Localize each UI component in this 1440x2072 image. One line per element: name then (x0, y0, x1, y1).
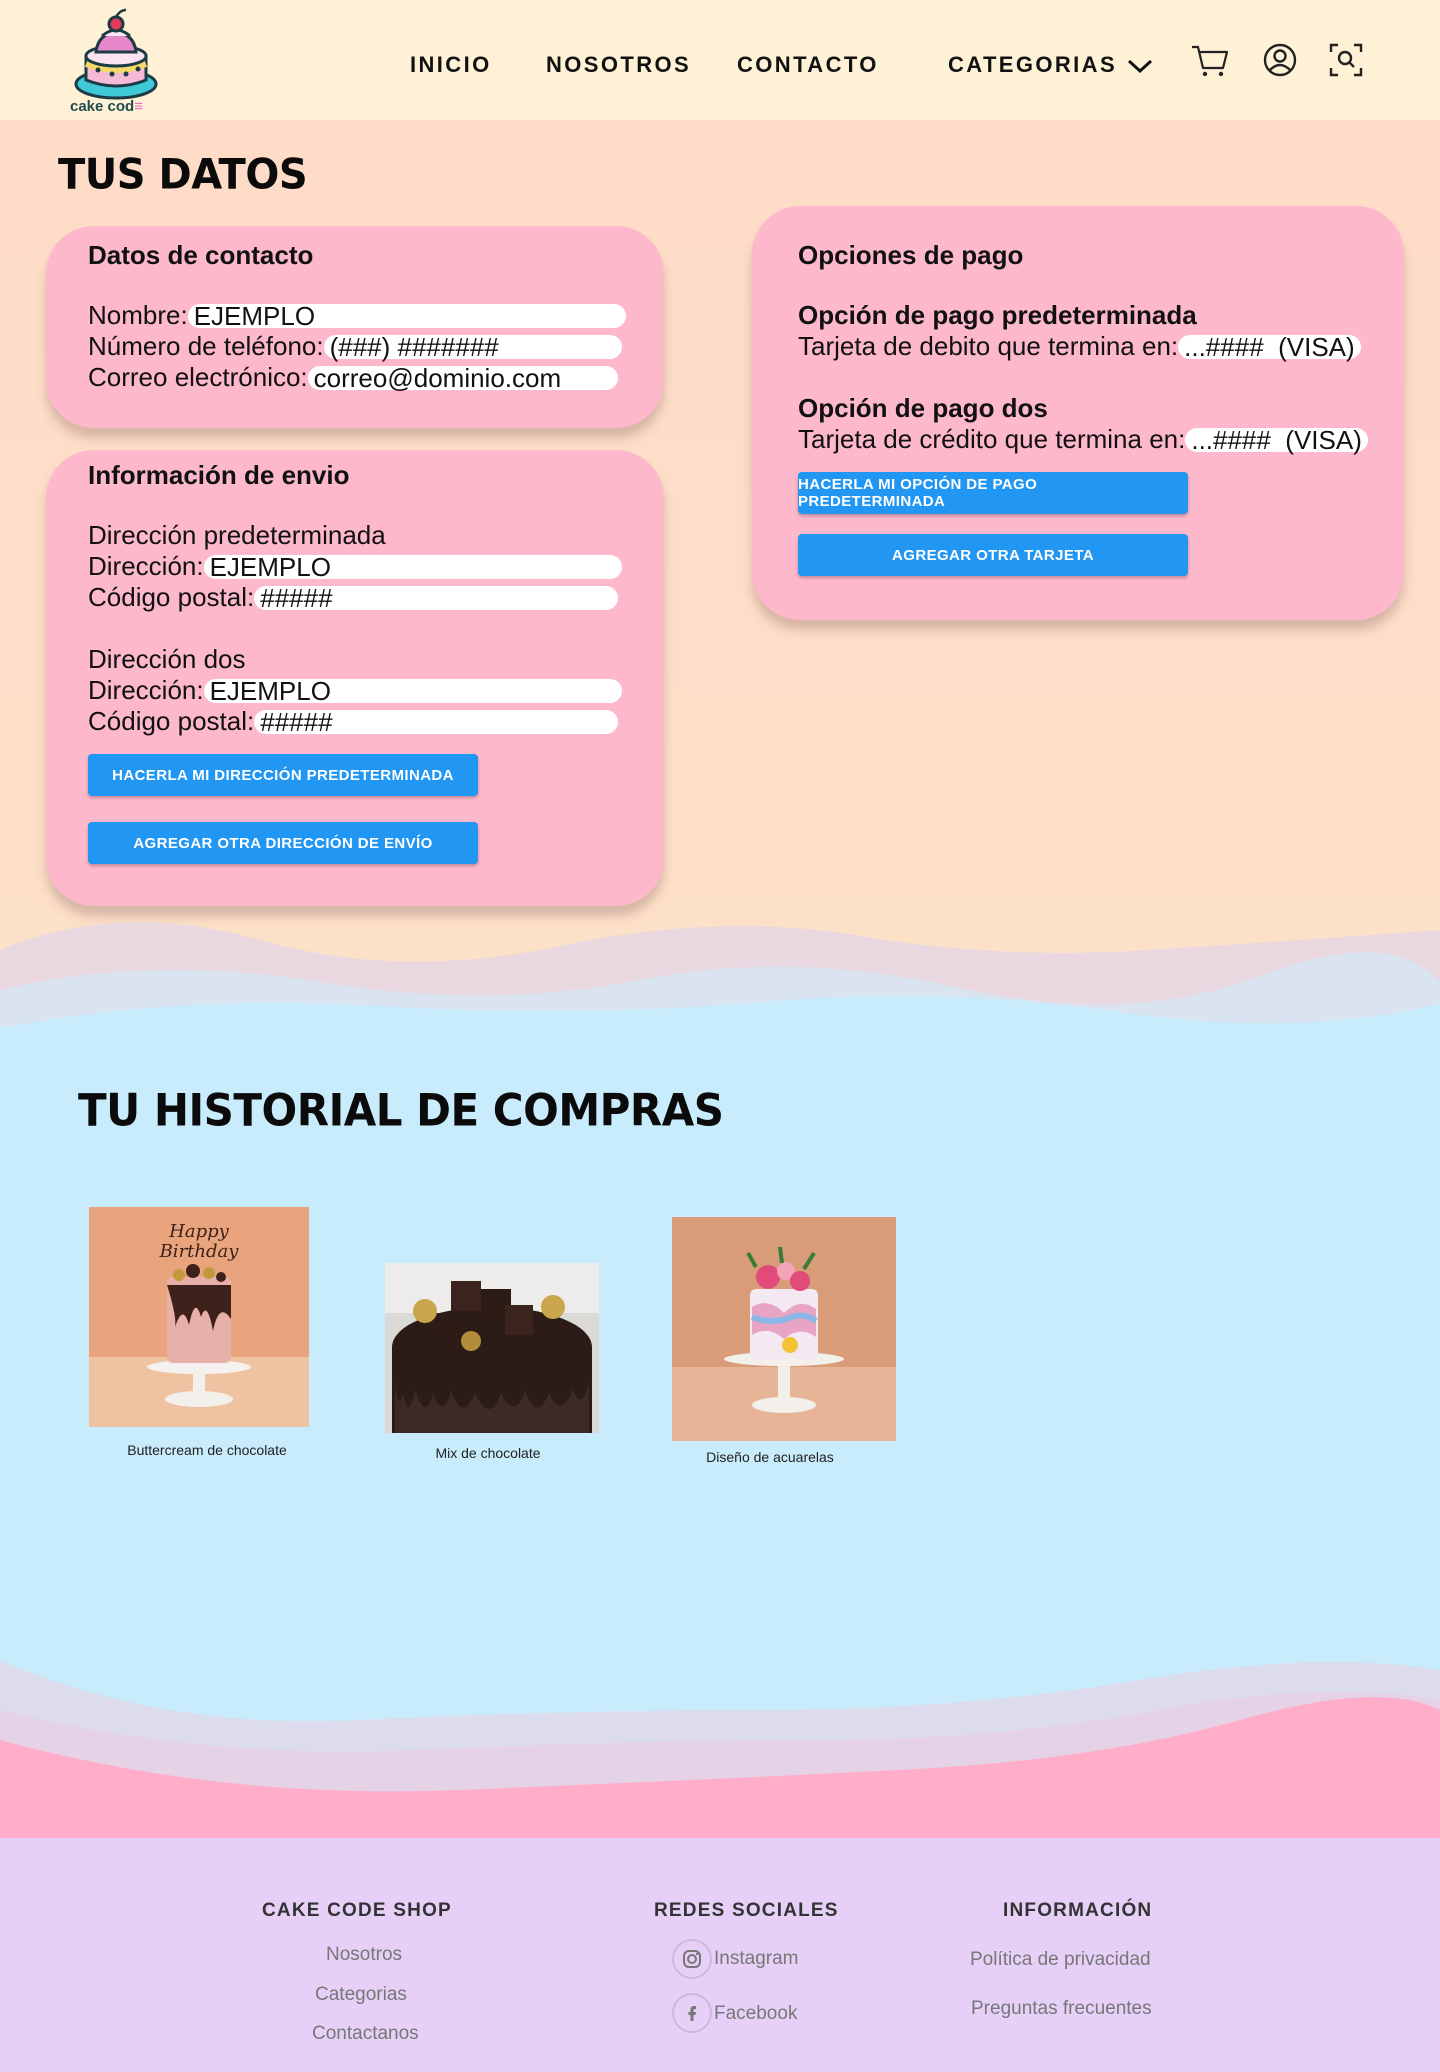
zip1-row: Código postal: ##### (88, 582, 619, 613)
footer-shop-title: CAKE CODE SHOP (262, 1900, 452, 1921)
instagram-icon[interactable] (672, 1939, 712, 1979)
nav-categorias[interactable]: CATEGORIAS (948, 52, 1154, 78)
footer-social-title: REDES SOCIALES (654, 1900, 839, 1921)
email-row: Correo electrónico: correo@dominio.com (88, 362, 618, 393)
zip2-field[interactable]: ##### (254, 709, 619, 735)
make-default-payment-button[interactable]: HACERLA MI OPCIÓN DE PAGO PREDETERMINADA (798, 472, 1188, 514)
shipping-card: Información de envio Dirección predeterm… (46, 450, 664, 906)
phone-label: Número de teléfono: (88, 331, 324, 361)
make-default-address-button[interactable]: HACERLA MI DIRECCIÓN PREDETERMINADA (88, 754, 478, 796)
facebook-icon[interactable] (672, 1993, 712, 2033)
payment2-title: Opción de pago dos (798, 393, 1048, 423)
logo-suffix: ≡ (134, 98, 143, 115)
payment2-row: Tarjeta de crédito que termina en: ...##… (798, 424, 1368, 455)
footer-info-title: INFORMACIÓN (1003, 1900, 1153, 1921)
nav-contacto[interactable]: CONTACTO (737, 52, 879, 78)
zip2-row: Código postal: ##### (88, 706, 619, 737)
address2-label: Dirección: (88, 675, 204, 705)
user-icon[interactable] (1260, 40, 1300, 80)
cart-icon[interactable] (1190, 40, 1230, 80)
footer-link-contactanos[interactable]: Contactanos (312, 2023, 419, 2045)
nav-nosotros[interactable]: NOSOTROS (546, 52, 691, 78)
footer-link-categorias[interactable]: Categorias (315, 1984, 407, 2006)
zip2-label: Código postal: (88, 706, 255, 736)
footer-link-facebook[interactable]: Facebook (714, 2003, 797, 2025)
product-caption-2: Mix de chocolate (435, 1445, 541, 1461)
payment1-label: Tarjeta de debito que termina en: (798, 331, 1179, 361)
product-image-buttercream[interactable]: Happy Birthday (89, 1207, 309, 1427)
footer-link-instagram[interactable]: Instagram (714, 1948, 798, 1970)
zip1-label: Código postal: (88, 582, 255, 612)
product-caption-3: Diseño de acuarelas (706, 1449, 834, 1465)
history-title: TU HISTORIAL DE COMPRAS (78, 1084, 724, 1137)
phone-field[interactable]: (###) ####### (323, 334, 622, 360)
footer-link-privacy[interactable]: Política de privacidad (970, 1949, 1151, 1971)
shipping-card-title: Información de envio (88, 460, 350, 490)
payment1-title: Opción de pago predeterminada (798, 300, 1197, 330)
contact-card: Datos de contacto Nombre: EJEMPLO Número… (46, 226, 664, 428)
add-address-button[interactable]: AGREGAR OTRA DIRECCIÓN DE ENVÍO (88, 822, 478, 864)
name-field[interactable]: EJEMPLO (187, 303, 626, 329)
address1-field[interactable]: EJEMPLO (203, 554, 622, 580)
address1-row: Dirección: EJEMPLO (88, 551, 622, 582)
topper-line-2: Birthday (159, 1241, 240, 1262)
add-card-button[interactable]: AGREGAR OTRA TARJETA (798, 534, 1188, 576)
payment2-field[interactable]: ...#### (VISA) (1185, 427, 1368, 453)
address2-title: Dirección dos (88, 644, 246, 674)
product-caption-1: Buttercream de chocolate (127, 1442, 287, 1458)
product-image-chocolate-mix[interactable] (385, 1263, 599, 1433)
zip1-field[interactable]: ##### (254, 585, 619, 611)
email-label: Correo electrónico: (88, 362, 308, 392)
pink-band (0, 1800, 1440, 1840)
name-row: Nombre: EJEMPLO (88, 300, 626, 331)
search-icon[interactable] (1326, 40, 1366, 80)
footer-link-faq[interactable]: Preguntas frecuentes (971, 1998, 1152, 2020)
address1-title: Dirección predeterminada (88, 520, 386, 550)
address2-row: Dirección: EJEMPLO (88, 675, 622, 706)
payment2-label: Tarjeta de crédito que termina en: (798, 424, 1186, 454)
nav-categorias-label: CATEGORIAS (948, 52, 1118, 77)
payment-card-title: Opciones de pago (798, 240, 1024, 270)
page-title: TUS DATOS (58, 150, 308, 200)
footer-link-nosotros[interactable]: Nosotros (326, 1944, 402, 1966)
name-label: Nombre: (88, 300, 188, 330)
product-image-watercolor[interactable] (672, 1217, 896, 1441)
topper-line-1: Happy (168, 1221, 229, 1242)
site-header: cake cod≡ INICIO NOSOTROS CONTACTO CATEG… (0, 0, 1440, 120)
chevron-down-icon (1127, 60, 1152, 74)
payment1-row: Tarjeta de debito que termina en: ...###… (798, 331, 1361, 362)
logo-text[interactable]: cake cod≡ (70, 98, 143, 115)
address1-label: Dirección: (88, 551, 204, 581)
logo-wordmark: cake cod (70, 98, 135, 115)
contact-card-title: Datos de contacto (88, 240, 314, 270)
wave-divider-top (0, 922, 1440, 1050)
payment1-field[interactable]: ...#### (VISA) (1178, 334, 1361, 360)
phone-row: Número de teléfono: (###) ####### (88, 331, 622, 362)
nav-inicio[interactable]: INICIO (410, 52, 492, 78)
payment-card: Opciones de pago Opción de pago predeter… (752, 206, 1404, 620)
email-field[interactable]: correo@dominio.com (307, 365, 618, 391)
address2-field[interactable]: EJEMPLO (203, 678, 622, 704)
